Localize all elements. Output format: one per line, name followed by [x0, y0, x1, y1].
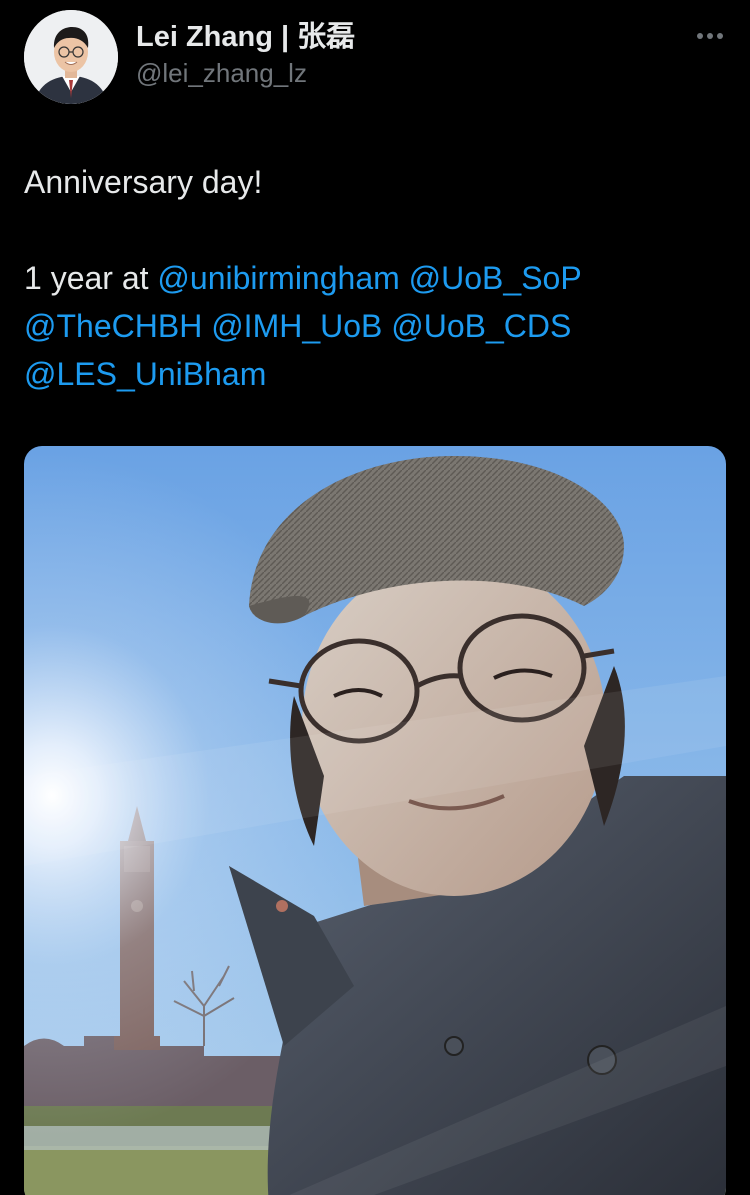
- mention-link[interactable]: @UoB_SoP: [409, 260, 582, 296]
- mention-link[interactable]: @unibirmingham: [157, 260, 399, 296]
- profile-photo-icon: [24, 10, 118, 104]
- tweet-line-2: 1 year at @unibirmingham @UoB_SoP: [24, 254, 704, 302]
- mention-link[interactable]: @LES_UniBham: [24, 356, 266, 392]
- mention-link[interactable]: @UoB_CDS: [391, 308, 571, 344]
- more-options-button[interactable]: [692, 24, 732, 48]
- tweet-line-3: @TheCHBH @IMH_UoB @UoB_CDS: [24, 302, 704, 350]
- author-display-name[interactable]: Lei Zhang | 张磊: [136, 18, 355, 56]
- mention-link[interactable]: @TheCHBH: [24, 308, 202, 344]
- author-handle[interactable]: @lei_zhang_lz: [136, 56, 355, 90]
- selfie-photo-icon: [24, 446, 726, 1195]
- tweet-header: Lei Zhang | 张磊 @lei_zhang_lz: [24, 10, 732, 106]
- tweet-photo[interactable]: [24, 446, 726, 1195]
- tweet-line-1: Anniversary day!: [24, 164, 263, 200]
- more-horizontal-icon: [697, 33, 723, 39]
- author-avatar[interactable]: [24, 10, 118, 104]
- tweet-prefix: 1 year at: [24, 260, 149, 296]
- tweet-line-4: @LES_UniBham: [24, 350, 704, 398]
- tweet-text: Anniversary day! 1 year at @unibirmingha…: [24, 158, 704, 398]
- author-names: Lei Zhang | 张磊 @lei_zhang_lz: [136, 18, 355, 90]
- tweet-view: Lei Zhang | 张磊 @lei_zhang_lz Anniversary…: [0, 0, 750, 1195]
- mention-link[interactable]: @IMH_UoB: [211, 308, 382, 344]
